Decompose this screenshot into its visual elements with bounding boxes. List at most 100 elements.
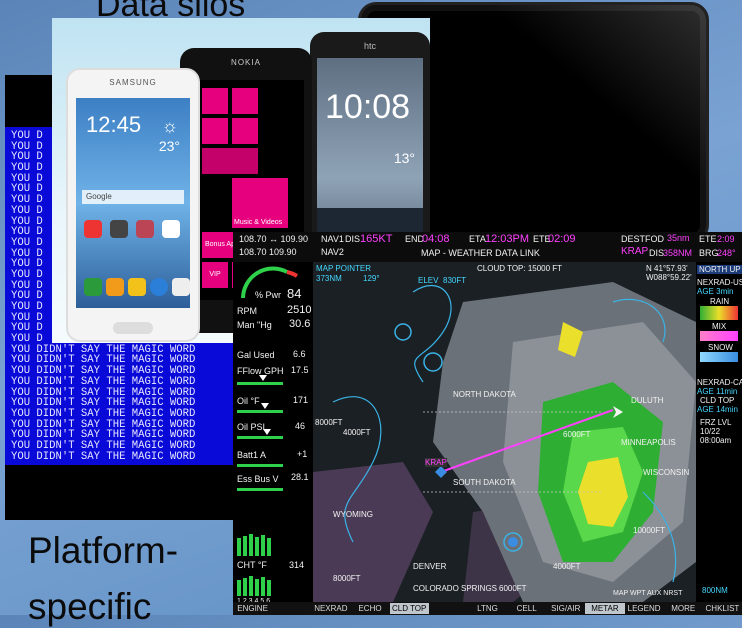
- htc-clock: 10:08: [325, 88, 411, 126]
- sun-icon: ☼: [161, 116, 179, 136]
- pwr-label: % Pwr: [255, 290, 282, 300]
- terminal-line: YOU DIDN'T SAY THE MAGIC WORD: [11, 375, 196, 388]
- terminal-line: YOU DIDN'T SAY THE MAGIC WORD: [11, 407, 196, 420]
- snow-scale: [700, 352, 738, 362]
- oil-psi-value: 46: [295, 421, 306, 431]
- slide-text-specific: specific: [28, 586, 152, 627]
- gal-used-value: 6.6: [293, 349, 306, 359]
- cld-top-label: CLD TOP: [700, 396, 735, 405]
- music-tile: Music & Videos: [232, 178, 288, 228]
- softkey-bar: ENGINE NEXRADECHO TOPCLD TOP LTNGCELL MOVS…: [233, 602, 742, 615]
- krap-dis-label: DIS: [649, 248, 665, 258]
- samsung-temp: 23°: [158, 138, 180, 154]
- engine-panel: % Pwr 84 RPM 2510 Man "Hg 30.6 Gal Used …: [233, 262, 313, 605]
- oil-f-value: 171: [293, 395, 309, 405]
- cht-label: CHT °F: [237, 560, 267, 570]
- terminal-bezel: [5, 465, 237, 520]
- play-store-icon: [162, 220, 180, 238]
- email-app-icon: [84, 220, 102, 238]
- label-south-dakota: SOUTH DAKOTA: [453, 478, 516, 487]
- people-tile: [202, 148, 258, 174]
- oil-f-gauge: [237, 410, 283, 413]
- ess-bus-label: Ess Bus V: [237, 474, 279, 484]
- calendar-tile-icon: [232, 118, 258, 144]
- krap-code: KRAP: [621, 246, 649, 257]
- eta-label: ETA: [469, 234, 486, 244]
- fflow-marker: [259, 375, 267, 381]
- contacts-app-icon: [106, 278, 124, 296]
- softkey-engine[interactable]: ENGINE: [233, 603, 272, 614]
- coord-n: N 41°57.93': [646, 264, 688, 273]
- alt-label-4: 4000FT: [553, 562, 581, 571]
- frz-lvl-label: FRZ LVL: [700, 418, 732, 427]
- krap-brg-label: BRG: [699, 248, 719, 258]
- softkey-sig-air[interactable]: SIG/AIR: [546, 603, 585, 614]
- avionics-top-bar: 108.70 ↔ 109.90 108.70 109.90 NAV1 DIS 1…: [233, 232, 742, 262]
- label-colorado-springs: COLORADO SPRINGS: [413, 584, 498, 593]
- elev-value: 830FT: [443, 276, 467, 285]
- krap-brg: 248°: [717, 248, 736, 258]
- alt-label-3: 6000FT: [563, 430, 591, 439]
- samsung-phone: SAMSUNG 12:45 23° ☼ Google: [66, 68, 200, 342]
- rpm-label: RPM: [237, 306, 257, 316]
- rain-scale: [700, 306, 738, 320]
- cloud-top-readout: CLOUD TOP: 15000 FT: [477, 264, 563, 273]
- samsung-apps-icon: [136, 220, 154, 238]
- frz-date: 10/22: [700, 427, 721, 436]
- softkey-cld-top[interactable]: CLD TOP: [389, 603, 429, 614]
- vip-tile: VIP: [202, 262, 228, 288]
- label-minneapolis: MINNEAPOLIS: [621, 438, 676, 447]
- label-north-dakota: NORTH DAKOTA: [453, 390, 516, 399]
- softkey-echo-top[interactable]: ECHO TOP: [350, 603, 389, 614]
- map-status-bar: MAP WPT AUX NRST: [613, 590, 683, 597]
- dest-ete: 2:09: [717, 234, 735, 244]
- oil-psi-marker: [263, 429, 271, 435]
- batt-gauge: [237, 464, 283, 467]
- softkey-ltng[interactable]: LTNG: [468, 603, 507, 614]
- messaging-tile-icon: [202, 118, 228, 144]
- dest-dist: 35nm: [667, 233, 690, 243]
- cht-bars: [237, 534, 271, 556]
- batt-label: Batt1 A: [237, 450, 267, 460]
- softkey-chklist[interactable]: CHKLIST: [703, 603, 742, 614]
- oil-f-label: Oil °F: [237, 396, 260, 406]
- fflow-value: 17.5: [291, 365, 309, 375]
- alt-label-2: 8000FT: [315, 418, 343, 427]
- softkey-legend[interactable]: LEGEND: [625, 603, 664, 614]
- north-up-label: NORTH UP: [697, 265, 742, 274]
- age-2: AGE 11min: [697, 387, 738, 396]
- nokia-brand: NOKIA: [231, 58, 261, 67]
- messaging-app-icon: [128, 278, 146, 296]
- mix-scale: [700, 331, 738, 341]
- pwr-value: 84: [287, 286, 302, 301]
- softkey-nexrad[interactable]: NEXRAD: [311, 603, 350, 614]
- softkey-blank[interactable]: [272, 603, 311, 614]
- ess-bus-value: 28.1: [291, 472, 309, 482]
- avionics-display: 108.70 ↔ 109.90 108.70 109.90 NAV1 DIS 1…: [233, 232, 742, 615]
- softkey-blank[interactable]: [429, 603, 468, 614]
- snow-label: SNOW: [708, 343, 733, 352]
- weather-map: MAP POINTER 373NM 129° ELEV 830FT CLOUD …: [313, 262, 696, 602]
- home-button: [113, 322, 153, 334]
- alt-label-1: 4000FT: [343, 428, 371, 437]
- oil-psi-label: Oil PSI: [237, 422, 266, 432]
- alt-label-5: 6000FT: [499, 584, 527, 593]
- label-duluth: DULUTH: [631, 396, 664, 405]
- softkey-more-wx[interactable]: MORE WX: [664, 603, 703, 614]
- page-title: MAP - WEATHER DATA LINK: [421, 248, 540, 258]
- softkey-cell-mov[interactable]: CELL MOV: [507, 603, 546, 614]
- softkey-metar[interactable]: METAR: [585, 603, 625, 614]
- krap-dis: 358NM: [663, 248, 693, 258]
- rain-label: RAIN: [710, 297, 730, 306]
- nav1-speed: 165KT: [360, 233, 393, 245]
- label-wisconsin: WISCONSIN: [643, 468, 690, 477]
- google-search-bar: Google: [82, 190, 184, 204]
- map-pointer-dist: 373NM: [316, 274, 342, 283]
- gal-used-label: Gal Used: [237, 350, 275, 360]
- slide-text-platform: Platform-: [28, 530, 179, 571]
- map-scale: 800NM: [702, 586, 728, 595]
- nexrad-us-label: NEXRAD-US: [697, 278, 742, 287]
- alt-label-6: 10000FT: [633, 526, 666, 535]
- internet-app-icon: [150, 278, 168, 296]
- oil-psi-gauge: [237, 436, 283, 439]
